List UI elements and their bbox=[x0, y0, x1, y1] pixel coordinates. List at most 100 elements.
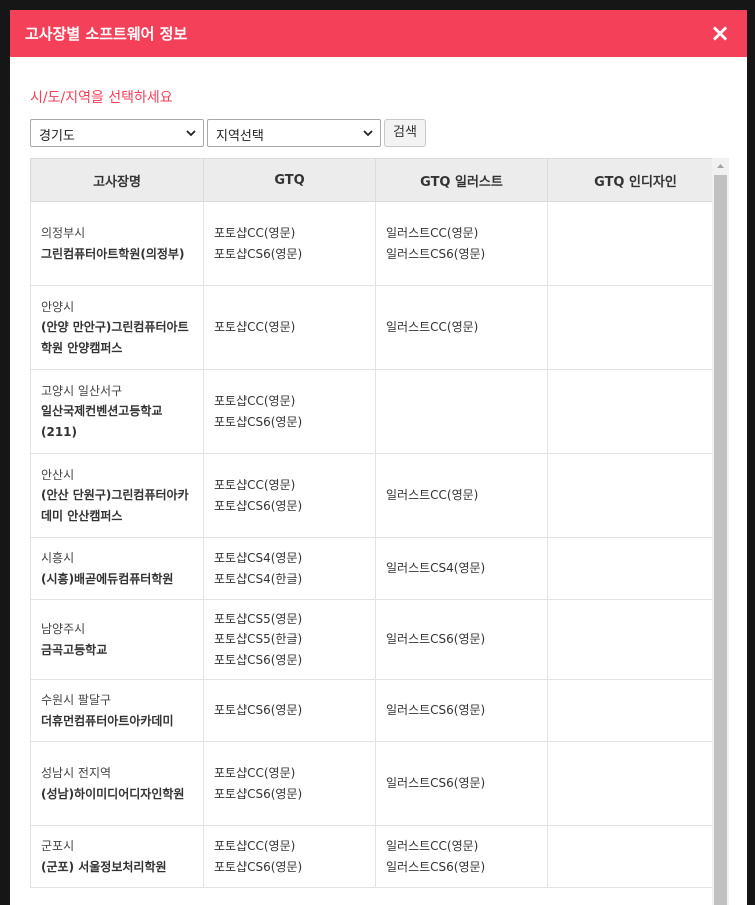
table-row: 성남시 전지역 (성남)하이미디어디자인학원 포토샵CC(영문) 포토샵CS6(영문)… bbox=[30, 741, 724, 826]
software-version: 일러스트CC(영문) bbox=[386, 839, 479, 853]
table-row: 군포시 (군포) 서울정보처리학원 포토샵CC(영문) 포토샵CS6(영문) 일러스트C… bbox=[30, 825, 724, 888]
column-header-gtq-illust: GTQ 일러스트 bbox=[375, 158, 548, 202]
venue-name: (시흥)배곧에듀컴퓨터학원 bbox=[41, 571, 174, 586]
province-select[interactable]: 경기도 bbox=[30, 119, 204, 147]
software-version: 일러스트CC(영문) bbox=[386, 488, 479, 503]
scrollbar-thumb[interactable] bbox=[714, 175, 727, 905]
gtq-illust-cell: 일러스트CC(영문) 일러스트CS6(영문) bbox=[375, 201, 548, 286]
venue-name: 금곡고등학교 bbox=[41, 642, 108, 657]
close-icon[interactable]: × bbox=[709, 21, 731, 45]
gtq-cell: 포토샵CC(영문) 포토샵CS6(영문) bbox=[203, 825, 376, 888]
venue-cell: 수원시 팔달구더휴먼컴퓨터아트아카데미 bbox=[30, 679, 204, 742]
venue-cell: 남양주시금곡고등학교 bbox=[30, 599, 204, 680]
software-version: 포토샵CS6(영문) bbox=[214, 786, 303, 801]
gtq-illust-cell: 일러스트CC(영문) 일러스트CS6(영문) bbox=[375, 825, 548, 888]
gtq-cell: 포토샵CC(영문) 포토샵CS6(영문) bbox=[203, 201, 376, 286]
venue-cell: 성남시 전지역 (성남)하이미디어디자인학원 bbox=[30, 741, 204, 826]
software-version: 일러스트CS6(영문) bbox=[386, 703, 486, 718]
venue-region: 안산시 bbox=[41, 467, 75, 482]
table-row: 고양시 일산서구 일산국제컨벤션고등학교(211) 포토샵CC(영문) 포토샵CS6(… bbox=[30, 369, 724, 454]
search-button[interactable]: 검색 bbox=[384, 119, 426, 147]
venue-name: (안양 만안구)그린컴퓨터아트학원 안양캠퍼스 bbox=[41, 320, 189, 355]
venue-region: 시흥시 bbox=[41, 551, 75, 565]
table-row: 남양주시 금곡고등학교 포토샵CS5(영문) 포토샵CS5(한글) 포토샵CS6(영문)… bbox=[30, 599, 724, 680]
gtq-illust-cell bbox=[375, 369, 548, 454]
table-row: 의정부시그린컴퓨터아트학원(의정부) 포토샵CC(영문) 포토샵CS6(영문) 일러스… bbox=[30, 201, 724, 286]
venue-region: 수원시 팔달구 bbox=[41, 693, 112, 707]
venue-cell: 안양시 (안양 만안구)그린컴퓨터아트학원 안양캠퍼스 bbox=[30, 285, 204, 370]
table-row: 수원시 팔달구더휴먼컴퓨터아트아카데미 포토샵CS6(영문) 일러스트CS6(영문) bbox=[30, 679, 724, 742]
software-version: 포토샵CC(영문) bbox=[214, 394, 296, 408]
table-row: 안양시 (안양 만안구)그린컴퓨터아트학원 안양캠퍼스 포토샵CC(영문) 일러스트C… bbox=[30, 285, 724, 370]
software-version: 포토샵CS4(영문) bbox=[214, 551, 303, 565]
chevron-down-icon bbox=[363, 130, 373, 137]
gtq-indesign-cell bbox=[547, 537, 724, 600]
gtq-indesign-cell bbox=[547, 285, 724, 370]
software-version: 포토샵CC(영문) bbox=[214, 478, 296, 492]
software-version: 일러스트CS6(영문) bbox=[386, 859, 486, 874]
venue-region: 군포시 bbox=[41, 839, 75, 853]
gtq-cell: 포토샵CS5(영문) 포토샵CS5(한글) 포토샵CS6(영문) bbox=[203, 599, 376, 680]
gtq-illust-cell: 일러스트CS6(영문) bbox=[375, 741, 548, 826]
venue-cell: 고양시 일산서구 일산국제컨벤션고등학교(211) bbox=[30, 369, 204, 454]
software-version: 포토샵CS5(영문) bbox=[214, 611, 303, 626]
gtq-illust-cell: 일러스트CC(영문) bbox=[375, 285, 548, 370]
venue-cell: 군포시 (군포) 서울정보처리학원 bbox=[30, 825, 204, 888]
table-row: 안산시 (안산 단원구)그린컴퓨터아카데미 안산캠퍼스 포토샵CC(영문) 포토샵CS… bbox=[30, 453, 724, 538]
modal-header: 고사장별 소프트웨어 정보 × bbox=[10, 10, 747, 57]
table-row: 시흥시 (시흥)배곧에듀컴퓨터학원 포토샵CS4(영문) 포토샵CS4(한글) 일러스트… bbox=[30, 537, 724, 600]
venue-cell: 안산시 (안산 단원구)그린컴퓨터아카데미 안산캠퍼스 bbox=[30, 453, 204, 538]
venue-software-table: 고사장명 GTQ GTQ 일러스트 GTQ 인디자인 의정부시그린컴퓨터아트학원… bbox=[30, 158, 724, 888]
venue-cell: 의정부시그린컴퓨터아트학원(의정부) bbox=[30, 201, 204, 286]
venue-region: 안양시 bbox=[41, 299, 75, 314]
venue-name: (군포) 서울정보처리학원 bbox=[41, 859, 167, 874]
vertical-scrollbar[interactable] bbox=[712, 158, 729, 905]
venue-region: 의정부시 bbox=[41, 226, 86, 240]
venue-cell: 시흥시 (시흥)배곧에듀컴퓨터학원 bbox=[30, 537, 204, 600]
software-version: 포토샵CC(영문) bbox=[214, 839, 296, 853]
software-version: 일러스트CS6(영문) bbox=[386, 776, 486, 791]
software-version: 포토샵CS6(영문) bbox=[214, 246, 303, 261]
gtq-indesign-cell bbox=[547, 825, 724, 888]
software-version: 일러스트CC(영문) bbox=[386, 226, 479, 240]
gtq-indesign-cell bbox=[547, 201, 724, 286]
gtq-indesign-cell bbox=[547, 453, 724, 538]
region-select-value: 지역선택 bbox=[216, 129, 264, 144]
venue-name: 그린컴퓨터아트학원(의정부) bbox=[41, 246, 185, 261]
province-select-value: 경기도 bbox=[39, 129, 75, 144]
software-version: 일러스트CC(영문) bbox=[386, 320, 479, 335]
gtq-cell: 포토샵CC(영문) 포토샵CS6(영문) bbox=[203, 741, 376, 826]
table-header-row: 고사장명 GTQ GTQ 일러스트 GTQ 인디자인 bbox=[30, 158, 724, 202]
gtq-indesign-cell bbox=[547, 679, 724, 742]
software-version: 포토샵CS6(영문) bbox=[214, 498, 303, 513]
software-version: 포토샵CC(영문) bbox=[214, 226, 296, 240]
gtq-indesign-cell bbox=[547, 369, 724, 454]
software-version: 포토샵CS6(영문) bbox=[214, 414, 303, 429]
software-version: 포토샵CS6(영문) bbox=[214, 859, 303, 874]
software-version: 포토샵CS5(한글) bbox=[214, 632, 303, 647]
region-select[interactable]: 지역선택 bbox=[207, 119, 381, 147]
table-container: 고사장명 GTQ GTQ 일러스트 GTQ 인디자인 의정부시그린컴퓨터아트학원… bbox=[30, 158, 729, 905]
gtq-cell: 포토샵CC(영문) bbox=[203, 285, 376, 370]
triangle-up-icon[interactable] bbox=[712, 158, 729, 175]
software-version: 포토샵CC(영문) bbox=[214, 766, 296, 780]
venue-name: (안산 단원구)그린컴퓨터아카데미 안산캠퍼스 bbox=[41, 488, 189, 523]
column-header-venue: 고사장명 bbox=[30, 158, 204, 202]
gtq-cell: 포토샵CC(영문) 포토샵CS6(영문) bbox=[203, 453, 376, 538]
venue-name: 더휴먼컴퓨터아트아카데미 bbox=[41, 713, 174, 728]
gtq-indesign-cell bbox=[547, 741, 724, 826]
gtq-cell: 포토샵CS4(영문) 포토샵CS4(한글) bbox=[203, 537, 376, 600]
software-version: 포토샵CS6(영문) bbox=[214, 703, 303, 718]
software-version: 포토샵CS4(한글) bbox=[214, 571, 303, 586]
venue-region: 남양주시 bbox=[41, 622, 86, 636]
software-info-modal: 고사장별 소프트웨어 정보 × 시/도/지역을 선택하세요 경기도 지역선택 검… bbox=[10, 10, 747, 905]
column-header-gtq-indesign: GTQ 인디자인 bbox=[547, 158, 724, 202]
software-version: 일러스트CS6(영문) bbox=[386, 632, 486, 647]
gtq-illust-cell: 일러스트CS4(영문) bbox=[375, 537, 548, 600]
chevron-down-icon bbox=[186, 130, 196, 137]
venue-name: (성남)하이미디어디자인학원 bbox=[41, 786, 185, 801]
gtq-cell: 포토샵CC(영문) 포토샵CS6(영문) bbox=[203, 369, 376, 454]
modal-title: 고사장별 소프트웨어 정보 bbox=[25, 25, 188, 43]
gtq-cell: 포토샵CS6(영문) bbox=[203, 679, 376, 742]
region-prompt: 시/도/지역을 선택하세요 bbox=[30, 90, 173, 106]
